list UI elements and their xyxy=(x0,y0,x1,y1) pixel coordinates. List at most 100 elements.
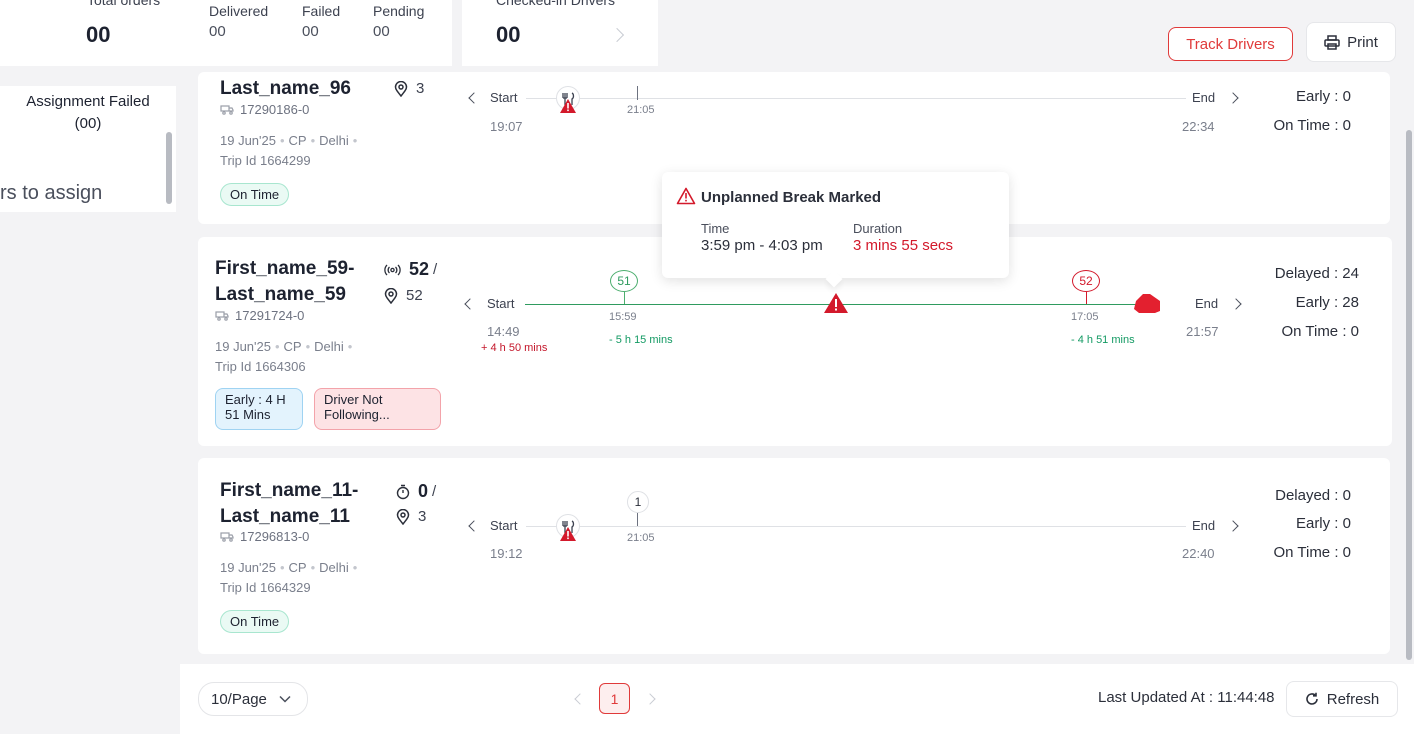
stop-marker[interactable]: 52 xyxy=(1072,270,1100,292)
pending-value: 00 xyxy=(373,23,390,40)
separator-dot: • xyxy=(310,133,316,148)
tooltip-title: Unplanned Break Marked xyxy=(701,189,882,206)
trip-city: Delhi xyxy=(314,339,344,354)
assignment-failed-tab[interactable]: Assignment Failed (00) xyxy=(0,91,176,135)
tooltip-time-value: 3:59 pm - 4:03 pm xyxy=(701,237,823,254)
driver-name-line2: Last_name_11 xyxy=(220,506,350,527)
stop-count-value: 52 xyxy=(406,287,423,304)
on-time-count: On Time : 0 xyxy=(1273,544,1351,561)
separator-dot: • xyxy=(279,560,285,575)
delivered-label: Delivered xyxy=(209,3,269,19)
status-badge: On Time xyxy=(220,183,290,206)
timeline-start-label: Start xyxy=(487,296,515,311)
vehicle-info: 17291724-0 xyxy=(215,308,304,323)
timeline-end-label: End xyxy=(1195,296,1219,311)
timeline-end-label: End xyxy=(1192,518,1216,533)
trip-meta: 19 Jun'25 • CP • Delhi • xyxy=(220,133,361,148)
trip-id: Trip Id 1664299 xyxy=(220,153,311,168)
tooltip-time-label: Time xyxy=(701,221,730,236)
page-button-current[interactable]: 1 xyxy=(599,683,630,714)
page-size-value: 10/Page xyxy=(211,690,267,708)
status-badge: On Time xyxy=(220,610,290,633)
driver-not-following-badge[interactable]: Driver Not Following... xyxy=(314,388,441,430)
early-count: Early : 28 xyxy=(1295,294,1359,311)
refresh-button[interactable]: Refresh xyxy=(1286,681,1398,717)
delayed-count: Delayed : 24 xyxy=(1274,265,1359,282)
stop-time-diff: - 5 h 15 mins xyxy=(609,334,673,346)
vehicle-position-icon[interactable] xyxy=(1133,293,1161,314)
warning-icon[interactable] xyxy=(559,526,577,542)
track-drivers-button[interactable]: Track Drivers xyxy=(1168,27,1293,61)
driver-name-line2: Last_name_59 xyxy=(215,284,346,305)
print-button[interactable]: Print xyxy=(1306,22,1396,62)
location-pin-icon xyxy=(384,287,398,304)
early-count: Early : 0 xyxy=(1295,515,1351,532)
stop-time-diff: - 4 h 51 mins xyxy=(1071,334,1135,346)
separator-dot: • xyxy=(279,133,285,148)
stop-marker[interactable]: 51 xyxy=(610,270,638,292)
location-pin-icon xyxy=(394,80,408,97)
tooltip-duration-value: 3 mins 55 secs xyxy=(853,237,954,254)
timeline-track xyxy=(526,526,1186,527)
count-separator: / xyxy=(432,483,437,500)
panel-scrollbar[interactable] xyxy=(166,132,172,204)
trip-date: 19 Jun'25 xyxy=(215,339,271,354)
vehicle-info: 17296813-0 xyxy=(220,529,309,544)
stopwatch-icon xyxy=(396,484,410,499)
vehicle-number: 17290186-0 xyxy=(240,102,310,117)
break-tooltip: Unplanned Break Marked Time 3:59 pm - 4:… xyxy=(662,172,1009,278)
assign-orders-text: rs to assign xyxy=(0,182,103,204)
timer-count: 0/ xyxy=(396,481,436,502)
stop-time: 15:59 xyxy=(609,311,637,323)
driver-name-line1: First_name_11- xyxy=(220,480,359,501)
on-time-count: On Time : 0 xyxy=(1273,117,1351,134)
main-scrollbar[interactable] xyxy=(1406,130,1412,660)
warning-icon[interactable] xyxy=(559,98,577,114)
last-updated-text: Last Updated At : 11:44:48 xyxy=(1098,689,1275,706)
assignment-failed-label: Assignment Failed xyxy=(26,93,150,110)
tooltip-duration-label: Duration xyxy=(853,221,903,236)
vehicle-number: 17291724-0 xyxy=(235,308,305,323)
timeline-start-label: Start xyxy=(490,90,518,105)
early-badge: Early : 4 H 51 Mins xyxy=(215,388,303,430)
trip-meta: 19 Jun'25 • CP • Delhi • xyxy=(215,339,356,354)
checked-in-stat-card[interactable]: Checked-in Drivers 00 xyxy=(462,0,658,66)
checked-in-label: Checked-in Drivers xyxy=(496,0,616,8)
trip-zone: CP xyxy=(288,560,307,575)
warning-icon[interactable] xyxy=(823,292,849,314)
timeline-start-label: Start xyxy=(490,518,518,533)
stop-tick xyxy=(637,513,638,526)
timeline-end-time: 22:40 xyxy=(1182,546,1215,561)
separator-dot: • xyxy=(274,339,280,354)
failed-value: 00 xyxy=(302,23,319,40)
stop-time: 21:05 xyxy=(627,532,655,544)
warning-outline-icon xyxy=(676,187,696,205)
signal-icon xyxy=(384,264,401,275)
delivered-value: 00 xyxy=(209,23,226,40)
chevron-down-icon xyxy=(279,695,291,703)
separator-dot: • xyxy=(305,339,311,354)
trip-date: 19 Jun'25 xyxy=(220,133,276,148)
signal-count-value: 52 xyxy=(409,259,430,279)
vehicle-info: 17290186-0 xyxy=(220,102,309,117)
stop-marker[interactable] xyxy=(637,86,638,100)
orders-stat-card: Total orders 00 Delivered 00 Failed 00 P… xyxy=(0,0,452,66)
stop-count-value: 3 xyxy=(416,80,425,97)
timeline-start-time: 14:49 xyxy=(487,324,520,339)
trip-id: Trip Id 1664306 xyxy=(215,359,306,374)
trip-id: Trip Id 1664329 xyxy=(220,580,311,595)
trip-meta: 19 Jun'25 • CP • Delhi • xyxy=(220,560,361,575)
total-orders-value: 00 xyxy=(86,22,111,47)
timeline-start-time: 19:07 xyxy=(490,119,523,134)
stop-marker[interactable]: 1 xyxy=(627,491,649,513)
page-size-select[interactable]: 10/Page xyxy=(198,682,308,716)
stop-tick xyxy=(624,292,625,304)
timer-count-value: 0 xyxy=(418,481,429,501)
trip-city: Delhi xyxy=(319,560,349,575)
separator-dot: • xyxy=(352,560,358,575)
on-time-count: On Time : 0 xyxy=(1281,323,1359,340)
refresh-label: Refresh xyxy=(1326,690,1380,708)
chevron-right-icon[interactable] xyxy=(609,27,625,43)
truck-icon xyxy=(220,532,234,542)
pending-label: Pending xyxy=(373,3,425,19)
